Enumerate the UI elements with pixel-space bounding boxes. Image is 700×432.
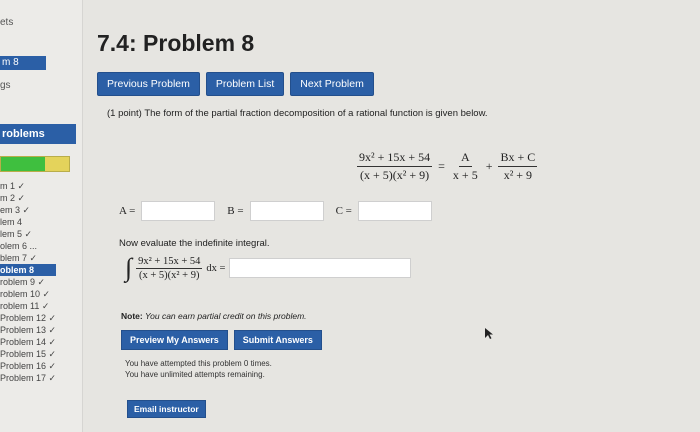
problem-list: m 1 ✓ m 2 ✓ em 3 ✓ lem 4 lem 5 ✓ olem 6 ... bl… — [0, 180, 80, 384]
integral-fraction: 9x² + 15x + 54 (x + 5)(x² + 9) — [136, 255, 203, 281]
sidebar-problem-item[interactable]: lem 4 — [0, 216, 80, 228]
problem-body: (1 point) The form of the partial fracti… — [107, 108, 667, 418]
integral-expression: ∫ 9x² + 15x + 54 (x + 5)(x² + 9) dx = — [125, 253, 412, 282]
sidebar-current-set[interactable]: m 8 — [0, 56, 46, 70]
b-fraction: Bx + C x² + 9 — [498, 150, 538, 183]
sidebar-problem-item[interactable]: Problem 15 ✓ — [0, 348, 80, 360]
lhs-denominator: (x + 5)(x² + 9) — [360, 168, 430, 182]
sidebar-problem-item[interactable]: olem 6 ... — [0, 240, 80, 252]
main-content: 7.4: Problem 8 Previous Problem Problem … — [83, 0, 700, 432]
sidebar-problem-item[interactable]: Problem 13 ✓ — [0, 324, 80, 336]
integral-dx: dx = — [206, 262, 226, 274]
integral-sign: ∫ — [125, 253, 133, 282]
sidebar-problems-header: roblems — [0, 124, 76, 144]
sidebar-problem-item[interactable]: roblem 10 ✓ — [0, 288, 80, 300]
a-fraction: A x + 5 — [451, 150, 480, 183]
progress-bar-fill — [1, 157, 45, 171]
lhs-numerator: 9x² + 15x + 54 — [357, 150, 433, 167]
label-a: A = — [119, 205, 136, 217]
sidebar-problem-item[interactable]: blem 7 ✓ — [0, 252, 80, 264]
problem-nav: Previous Problem Problem List Next Probl… — [97, 72, 374, 96]
sidebar-problem-item[interactable]: em 3 ✓ — [0, 204, 80, 216]
attempts-info: You have attempted this problem 0 times.… — [125, 358, 272, 380]
integral-numerator: 9x² + 15x + 54 — [136, 255, 203, 269]
progress-bar — [0, 156, 70, 172]
sidebar-problem-item[interactable]: lem 5 ✓ — [0, 228, 80, 240]
partial-fraction-equation: 9x² + 15x + 54 (x + 5)(x² + 9) = A x + 5… — [357, 150, 538, 183]
answer-a-input[interactable] — [141, 201, 216, 221]
sidebar-problem-item[interactable]: Problem 14 ✓ — [0, 336, 80, 348]
sidebar-problem-item[interactable]: Problem 12 ✓ — [0, 312, 80, 324]
problem-list-button[interactable]: Problem List — [205, 72, 285, 96]
answer-c-input[interactable] — [357, 201, 432, 221]
note-text: You can earn partial credit on this prob… — [142, 311, 307, 321]
submit-answers-button[interactable]: Submit Answers — [233, 330, 322, 350]
attempts-remaining: You have unlimited attempts remaining. — [125, 370, 265, 379]
problem-intro: (1 point) The form of the partial fracti… — [107, 108, 488, 119]
evaluate-instruction: Now evaluate the indefinite integral. — [119, 238, 270, 249]
partial-credit-note: Note: You can earn partial credit on thi… — [121, 311, 307, 321]
b-denominator: x² + 9 — [503, 168, 533, 182]
a-numerator: A — [458, 150, 472, 167]
integral-denominator: (x + 5)(x² + 9) — [139, 269, 200, 281]
sidebar-problem-item[interactable]: Problem 16 ✓ — [0, 360, 80, 372]
sidebar: ets m 8 gs roblems m 1 ✓ m 2 ✓ em 3 ✓ lem 4… — [0, 0, 83, 432]
next-problem-button[interactable]: Next Problem — [290, 72, 374, 96]
plus-sign: + — [485, 159, 493, 173]
equals-sign: = — [438, 159, 445, 173]
sidebar-problem-item[interactable]: m 2 ✓ — [0, 192, 80, 204]
sidebar-sets-link[interactable]: ets — [0, 17, 13, 28]
answer-b-input[interactable] — [249, 201, 324, 221]
label-c: C = — [335, 205, 352, 217]
note-label: Note: — [121, 311, 143, 321]
email-instructor-button[interactable]: Email instructor — [127, 400, 206, 418]
answer-buttons: Preview My Answers Submit Answers — [121, 330, 322, 350]
sidebar-problem-item[interactable]: oblem 8 — [0, 264, 56, 276]
sidebar-grades-link[interactable]: gs — [0, 80, 11, 91]
sidebar-problem-item[interactable]: m 1 ✓ — [0, 180, 80, 192]
attempts-count: You have attempted this problem 0 times. — [125, 359, 272, 368]
previous-problem-button[interactable]: Previous Problem — [97, 72, 200, 96]
mouse-cursor-icon — [485, 328, 493, 339]
lhs-fraction: 9x² + 15x + 54 (x + 5)(x² + 9) — [357, 150, 433, 183]
a-denominator: x + 5 — [452, 168, 478, 182]
integral-answer-input[interactable] — [229, 258, 412, 278]
sidebar-problem-item[interactable]: Problem 17 ✓ — [0, 372, 80, 384]
sidebar-problem-item[interactable]: roblem 11 ✓ — [0, 300, 80, 312]
sidebar-problem-item[interactable]: roblem 9 ✓ — [0, 276, 80, 288]
coefficient-row: A = B = C = — [119, 201, 432, 221]
preview-answers-button[interactable]: Preview My Answers — [121, 330, 228, 350]
page-title: 7.4: Problem 8 — [97, 30, 255, 56]
label-b: B = — [227, 205, 244, 217]
b-numerator: Bx + C — [498, 150, 538, 167]
